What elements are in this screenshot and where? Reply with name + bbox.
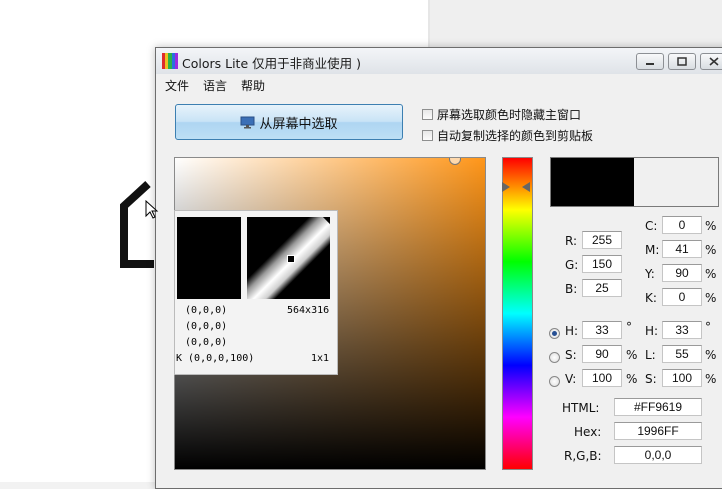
color-preview-new [550,157,635,207]
hsv-s-unit: % [626,348,638,362]
magnifier-cmyk: K (0,0,0,100) [176,353,255,364]
magnifier-zoom: 1x1 [311,353,330,364]
hsv-h-field[interactable]: 33 [582,321,622,339]
auto-copy-label: 自动复制选择的颜色到剪贴板 [437,128,594,143]
c-label: C: [645,219,658,233]
background-shape [120,181,154,268]
hsl-l-unit: % [705,348,717,362]
y-field[interactable]: 90 [662,264,702,282]
c-field[interactable]: 0 [662,216,702,234]
y-label: Y: [645,267,655,281]
magnifier-value-2: (0,0,0) [185,321,228,332]
hsv-v-label: V: [565,372,577,386]
b-label: B: [565,282,578,296]
hex-field[interactable]: 1996FF [614,422,702,440]
sv-picker-handle[interactable] [449,158,461,165]
close-button[interactable] [700,53,722,70]
hue-marker-right[interactable] [522,182,530,192]
minimize-button[interactable] [636,53,664,70]
r-field[interactable]: 255 [582,231,622,249]
title-bar[interactable]: Colors Lite 仅用于非商业使用 ) [156,48,722,75]
hsl-h-label: H: [645,324,659,338]
hsl-h-unit: ° [705,320,711,334]
m-unit: % [705,243,717,257]
colors-lite-window: Colors Lite 仅用于非商业使用 ) 文件 语言 帮助 从屏幕中选取 屏… [155,47,722,489]
m-label: M: [645,243,660,257]
menu-language[interactable]: 语言 [203,77,227,94]
hsl-l-label: L: [645,348,656,362]
auto-copy-option[interactable]: 自动复制选择的颜色到剪贴板 [422,127,593,143]
hsv-v-field[interactable]: 100 [582,369,622,387]
hsv-s-field[interactable]: 90 [582,345,622,363]
hue-slider[interactable] [502,157,533,470]
hide-window-label: 屏幕选取颜色时隐藏主窗口 [437,107,582,122]
magnifier-crosshair [287,255,295,263]
hsv-s-label: S: [565,348,577,362]
hsl-s-label: S: [645,372,657,386]
hsv-s-radio[interactable] [549,352,560,363]
magnifier-panel: (0,0,0) 564x316 (0,0,0) (0,0,0) K (0,0,0… [174,210,338,375]
pick-from-screen-button[interactable]: 从屏幕中选取 [175,104,403,140]
hex-label: Hex: [574,425,602,439]
html-field[interactable]: #FF9619 [614,398,702,416]
magnifier-value-1: (0,0,0) [185,305,228,316]
hsv-h-unit: ° [626,320,632,334]
menu-bar: 文件 语言 帮助 [156,74,722,95]
c-unit: % [705,219,717,233]
b-field[interactable]: 25 [582,279,622,297]
k-unit: % [705,291,717,305]
r-label: R: [565,234,578,248]
hsv-h-label: H: [565,324,579,338]
colors-app-icon [162,53,179,69]
rgb-code-field[interactable]: 0,0,0 [614,446,702,464]
close-icon [709,57,719,66]
hsv-h-radio[interactable] [549,328,560,339]
hsv-v-unit: % [626,372,638,386]
hsl-l-field[interactable]: 55 [662,345,702,363]
mouse-cursor-icon [145,200,159,219]
monitor-icon [240,116,255,128]
k-field[interactable]: 0 [662,288,702,306]
y-unit: % [705,267,717,281]
auto-copy-checkbox[interactable] [422,129,433,141]
menu-help[interactable]: 帮助 [241,77,265,94]
color-preview-old [634,157,719,207]
minimize-icon [646,62,654,65]
window-title: Colors Lite 仅用于非商业使用 ) [182,56,361,71]
magnifier-sample-swatch [177,217,241,299]
g-field[interactable]: 150 [582,255,622,273]
hide-window-checkbox[interactable] [422,108,433,120]
pick-button-label: 从屏幕中选取 [259,116,338,132]
magnifier-size: 564x316 [287,305,330,316]
hsv-v-radio[interactable] [549,376,560,387]
magnifier-zoom-view [247,217,330,299]
hue-marker-left[interactable] [502,182,510,192]
hide-window-option[interactable]: 屏幕选取颜色时隐藏主窗口 [422,106,581,122]
rgb-code-label: R,G,B: [564,449,602,463]
magnifier-value-3: (0,0,0) [185,337,228,348]
hsl-s-unit: % [705,372,717,386]
g-label: G: [565,258,579,272]
maximize-button[interactable] [668,53,696,70]
menu-file[interactable]: 文件 [165,77,189,94]
hsl-h-field[interactable]: 33 [662,321,702,339]
m-field[interactable]: 41 [662,240,702,258]
html-label: HTML: [562,401,600,415]
maximize-icon [677,57,687,66]
hsl-s-field[interactable]: 100 [662,369,702,387]
k-label: K: [645,291,657,305]
